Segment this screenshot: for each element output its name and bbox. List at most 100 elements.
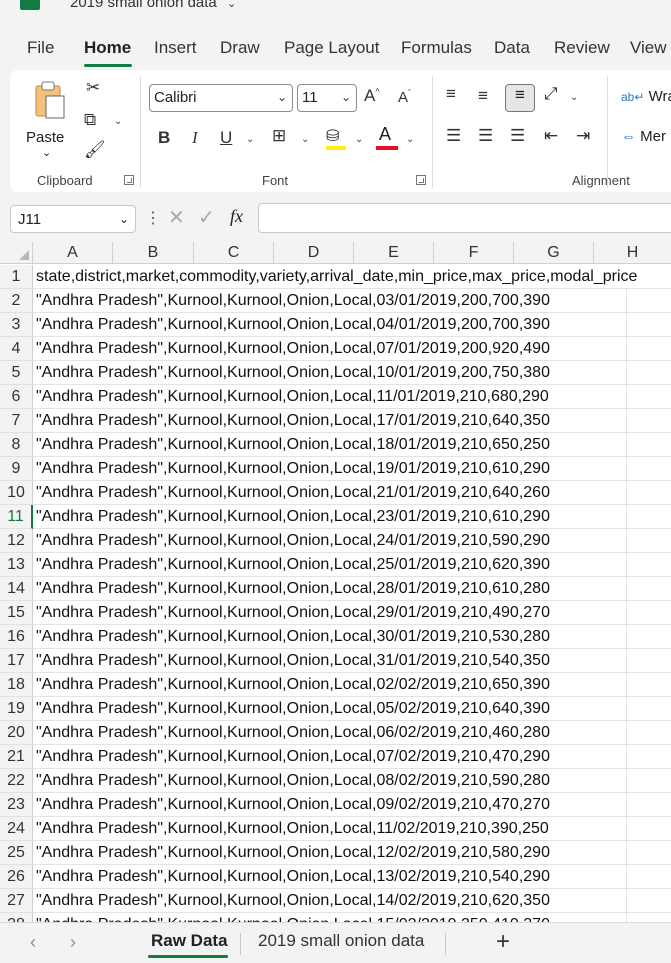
formula-input[interactable]	[258, 203, 671, 233]
row-header[interactable]: 24	[0, 817, 33, 841]
paste-button[interactable]: Paste ⌄	[26, 80, 72, 160]
add-sheet-button[interactable]: +	[496, 928, 510, 956]
row-header[interactable]: 8	[0, 433, 33, 457]
font-color-button[interactable]: A	[376, 124, 398, 150]
row-header[interactable]: 14	[0, 577, 33, 601]
table-row[interactable]: "Andhra Pradesh",Kurnool,Kurnool,Onion,L…	[33, 889, 671, 913]
chevron-down-icon[interactable]: ⌄	[355, 134, 363, 145]
increase-indent-icon[interactable]: ⇥	[576, 126, 590, 146]
cut-icon[interactable]: ✂	[86, 78, 100, 98]
column-header-f[interactable]: F	[434, 242, 514, 264]
row-header[interactable]: 6	[0, 385, 33, 409]
align-middle-icon[interactable]: ≡	[478, 86, 488, 106]
row-header[interactable]: 3	[0, 313, 33, 337]
row-header[interactable]: 15	[0, 601, 33, 625]
row-header[interactable]: 10	[0, 481, 33, 505]
table-row[interactable]: "Andhra Pradesh",Kurnool,Kurnool,Onion,L…	[33, 457, 671, 481]
column-header-c[interactable]: C	[194, 242, 274, 264]
row-header[interactable]: 28	[0, 913, 33, 922]
copy-icon[interactable]: ⧉	[84, 110, 96, 130]
row-header[interactable]: 7	[0, 409, 33, 433]
column-header-b[interactable]: B	[113, 242, 194, 264]
column-header-h[interactable]: H	[594, 242, 671, 264]
table-row[interactable]: "Andhra Pradesh",Kurnool,Kurnool,Onion,L…	[33, 361, 671, 385]
enter-icon[interactable]: ✓	[198, 205, 215, 230]
row-header[interactable]: 21	[0, 745, 33, 769]
chevron-down-icon[interactable]: ⌄	[301, 134, 309, 145]
chevron-down-icon[interactable]: ⌄	[406, 134, 414, 145]
table-row[interactable]: "Andhra Pradesh",Kurnool,Kurnool,Onion,L…	[33, 313, 671, 337]
tab-data[interactable]: Data	[494, 38, 530, 58]
sheet-tab-raw-data[interactable]: Raw Data	[151, 931, 228, 951]
tab-file[interactable]: File	[27, 38, 54, 58]
table-row[interactable]: "Andhra Pradesh",Kurnool,Kurnool,Onion,L…	[33, 385, 671, 409]
table-row[interactable]: "Andhra Pradesh",Kurnool,Kurnool,Onion,L…	[33, 841, 671, 865]
row-header[interactable]: 4	[0, 337, 33, 361]
font-launcher-icon[interactable]	[416, 175, 426, 185]
row-header[interactable]: 25	[0, 841, 33, 865]
table-row[interactable]: state,district,market,commodity,variety,…	[33, 265, 671, 289]
table-row[interactable]: "Andhra Pradesh",Kurnool,Kurnool,Onion,L…	[33, 481, 671, 505]
bold-button[interactable]: B	[158, 128, 170, 148]
orientation-icon[interactable]: ⤢	[544, 84, 558, 104]
table-row[interactable]: "Andhra Pradesh",Kurnool,Kurnool,Onion,L…	[33, 721, 671, 745]
row-header[interactable]: 13	[0, 553, 33, 577]
decrease-font-size-icon[interactable]: Aˇ	[398, 88, 411, 106]
chevron-down-icon[interactable]: ⌄	[246, 134, 254, 145]
table-row[interactable]: "Andhra Pradesh",Kurnool,Kurnool,Onion,L…	[33, 817, 671, 841]
table-row[interactable]: "Andhra Pradesh",Kurnool,Kurnool,Onion,L…	[33, 625, 671, 649]
tab-page-layout[interactable]: Page Layout	[284, 38, 379, 58]
column-header-d[interactable]: D	[274, 242, 354, 264]
row-header[interactable]: 2	[0, 289, 33, 313]
table-row[interactable]: "Andhra Pradesh",Kurnool,Kurnool,Onion,L…	[33, 577, 671, 601]
tab-insert[interactable]: Insert	[154, 38, 197, 58]
table-row[interactable]: "Andhra Pradesh",Kurnool,Kurnool,Onion,L…	[33, 601, 671, 625]
tab-home[interactable]: Home	[84, 38, 131, 58]
font-name-select[interactable]: Calibri ⌄	[149, 84, 293, 112]
font-size-select[interactable]: 11 ⌄	[297, 84, 357, 112]
more-options-icon[interactable]: ⋮	[145, 208, 161, 228]
italic-button[interactable]: I	[192, 128, 198, 148]
insert-function-icon[interactable]: fx	[230, 206, 243, 227]
column-header-g[interactable]: G	[514, 242, 594, 264]
align-top-icon[interactable]: ≡	[446, 84, 456, 104]
name-box[interactable]: J11 ⌄	[10, 205, 136, 233]
table-row[interactable]: "Andhra Pradesh",Kurnool,Kurnool,Onion,L…	[33, 769, 671, 793]
table-row[interactable]: "Andhra Pradesh",Kurnool,Kurnool,Onion,L…	[33, 553, 671, 577]
table-row[interactable]: "Andhra Pradesh",Kurnool,Kurnool,Onion,L…	[33, 913, 671, 922]
underline-button[interactable]: U	[220, 128, 232, 148]
table-row[interactable]: "Andhra Pradesh",Kurnool,Kurnool,Onion,L…	[33, 649, 671, 673]
sheet-tab-2019-small-onion-data[interactable]: 2019 small onion data	[258, 931, 424, 951]
row-header[interactable]: 11	[0, 505, 33, 529]
align-left-icon[interactable]: ☰	[446, 126, 461, 146]
chevron-down-icon[interactable]: ⌄	[114, 116, 122, 127]
tab-review[interactable]: Review	[554, 38, 610, 58]
merge-center-button[interactable]: ⇔ Mer	[621, 128, 666, 145]
workbook-title[interactable]: 2019 small onion data ⌄	[70, 0, 236, 11]
column-header-a[interactable]: A	[33, 242, 113, 264]
chevron-right-icon[interactable]: ›	[70, 932, 76, 953]
table-row[interactable]: "Andhra Pradesh",Kurnool,Kurnool,Onion,L…	[33, 673, 671, 697]
increase-font-size-icon[interactable]: A^	[364, 86, 380, 106]
row-header[interactable]: 22	[0, 769, 33, 793]
row-header[interactable]: 1	[0, 265, 33, 289]
decrease-indent-icon[interactable]: ⇤	[544, 126, 558, 146]
row-header[interactable]: 18	[0, 673, 33, 697]
table-row[interactable]: "Andhra Pradesh",Kurnool,Kurnool,Onion,L…	[33, 409, 671, 433]
row-header[interactable]: 16	[0, 625, 33, 649]
tab-formulas[interactable]: Formulas	[401, 38, 472, 58]
clipboard-launcher-icon[interactable]	[124, 175, 134, 185]
row-header[interactable]: 20	[0, 721, 33, 745]
align-bottom-button[interactable]: ≡	[505, 84, 535, 112]
row-header[interactable]: 9	[0, 457, 33, 481]
table-row[interactable]: "Andhra Pradesh",Kurnool,Kurnool,Onion,L…	[33, 745, 671, 769]
worksheet-grid[interactable]: A B C D E F G H 1 state,district,market,commodity…	[0, 242, 671, 922]
align-right-icon[interactable]: ☰	[510, 126, 525, 146]
table-row[interactable]: "Andhra Pradesh",Kurnool,Kurnool,Onion,L…	[33, 697, 671, 721]
format-painter-icon[interactable]: 🖌	[84, 140, 106, 160]
fill-color-button[interactable]: ⛁	[326, 126, 348, 150]
table-row[interactable]: "Andhra Pradesh",Kurnool,Kurnool,Onion,L…	[33, 865, 671, 889]
row-header[interactable]: 19	[0, 697, 33, 721]
column-header-e[interactable]: E	[354, 242, 434, 264]
chevron-left-icon[interactable]: ‹	[30, 932, 36, 953]
